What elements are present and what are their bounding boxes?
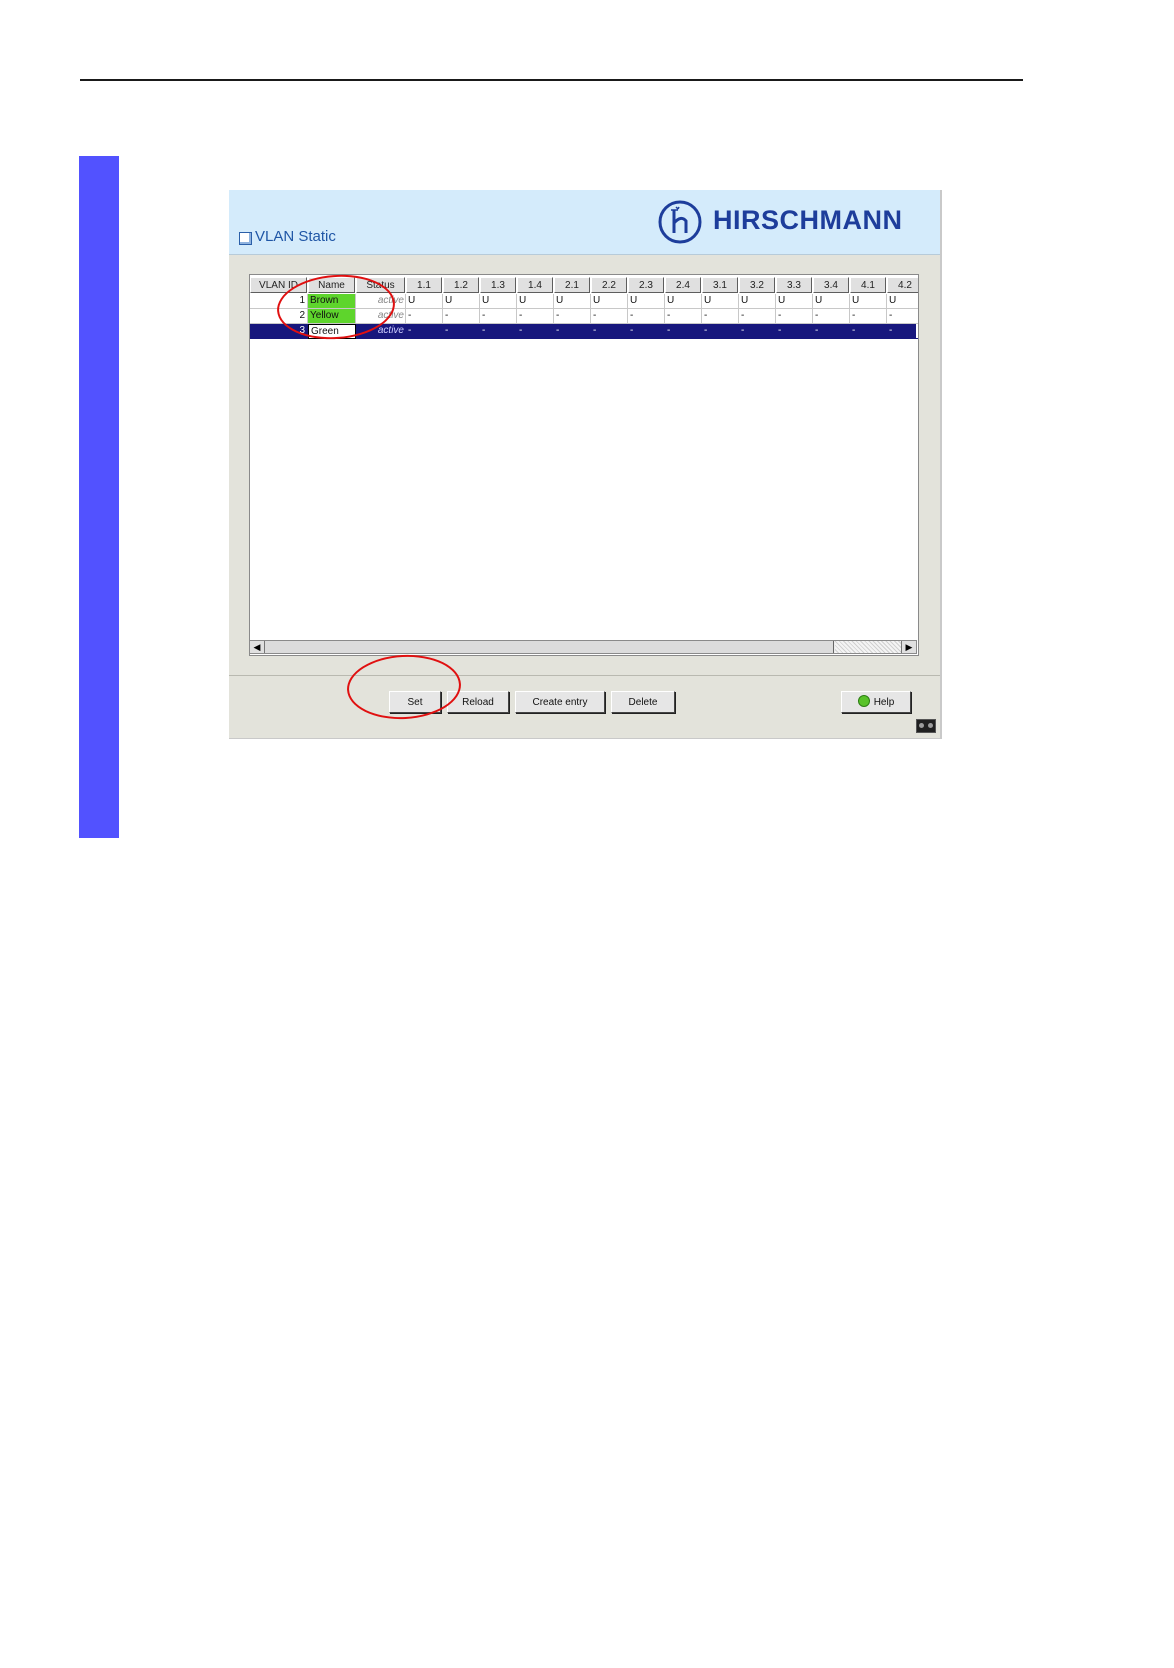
delete-button[interactable]: Delete bbox=[611, 691, 675, 713]
cell-port[interactable]: - bbox=[887, 324, 918, 339]
cell-vlan-id[interactable]: 3 bbox=[250, 324, 308, 339]
cell-port[interactable]: - bbox=[406, 324, 443, 339]
cell-port[interactable]: U bbox=[776, 294, 813, 309]
cell-port[interactable]: - bbox=[850, 324, 887, 339]
create-entry-button[interactable]: Create entry bbox=[515, 691, 605, 713]
column-header[interactable]: 2.2 bbox=[591, 277, 627, 293]
table-row[interactable]: 1 Brown active U U U U U U U U U U U U U U bbox=[250, 294, 918, 309]
cell-name[interactable]: Brown bbox=[308, 294, 356, 309]
page-title: VLAN Static bbox=[255, 228, 336, 245]
column-header[interactable]: 1.2 bbox=[443, 277, 479, 293]
cell-port[interactable]: - bbox=[776, 324, 813, 339]
cell-port[interactable]: - bbox=[628, 324, 665, 339]
column-header[interactable]: 4.2 bbox=[887, 277, 918, 293]
window-header: VLAN Static HIRSCHMANN bbox=[229, 190, 940, 255]
column-header[interactable]: VLAN ID bbox=[250, 277, 307, 293]
cell-port[interactable]: - bbox=[665, 309, 702, 324]
cell-port[interactable]: - bbox=[480, 309, 517, 324]
vlan-table: VLAN ID Name Status 1.1 1.2 1.3 1.4 2.1 2.2 2.3 2.… bbox=[249, 274, 919, 656]
cell-port[interactable]: - bbox=[554, 309, 591, 324]
cell-port[interactable]: - bbox=[443, 309, 480, 324]
set-button[interactable]: Set bbox=[389, 691, 441, 713]
column-header[interactable]: 3.1 bbox=[702, 277, 738, 293]
column-header[interactable]: 2.1 bbox=[554, 277, 590, 293]
cell-port[interactable]: - bbox=[443, 324, 480, 339]
column-header[interactable]: Name bbox=[308, 277, 355, 293]
cell-port[interactable]: U bbox=[591, 294, 628, 309]
cell-port[interactable]: - bbox=[591, 324, 628, 339]
cell-port[interactable]: - bbox=[517, 309, 554, 324]
reload-button[interactable]: Reload bbox=[447, 691, 509, 713]
column-header[interactable]: 1.1 bbox=[406, 277, 442, 293]
cell-name[interactable]: Green bbox=[308, 324, 356, 339]
column-header[interactable]: 4.1 bbox=[850, 277, 886, 293]
cell-name[interactable]: Yellow bbox=[308, 309, 356, 324]
cell-port[interactable]: U bbox=[406, 294, 443, 309]
cell-port[interactable]: U bbox=[813, 294, 850, 309]
table-row[interactable]: 3 Green active - - - - - - - - - - - - - - bbox=[250, 324, 918, 339]
cell-port[interactable]: - bbox=[554, 324, 591, 339]
cell-port[interactable]: - bbox=[665, 324, 702, 339]
column-header[interactable]: 1.3 bbox=[480, 277, 516, 293]
cell-status[interactable]: active bbox=[356, 309, 406, 324]
column-header[interactable]: 2.4 bbox=[665, 277, 701, 293]
cell-port[interactable]: U bbox=[517, 294, 554, 309]
cell-status[interactable]: active bbox=[356, 294, 406, 309]
help-icon bbox=[857, 695, 870, 707]
cell-port[interactable]: U bbox=[850, 294, 887, 309]
column-header[interactable]: 2.3 bbox=[628, 277, 664, 293]
cell-port[interactable]: U bbox=[739, 294, 776, 309]
cell-port[interactable]: - bbox=[776, 309, 813, 324]
scroll-right-arrow-icon[interactable]: ▶ bbox=[901, 641, 916, 653]
cell-port[interactable]: - bbox=[739, 324, 776, 339]
cell-port[interactable]: - bbox=[813, 309, 850, 324]
cell-port[interactable]: U bbox=[443, 294, 480, 309]
cell-port[interactable]: - bbox=[480, 324, 517, 339]
cell-port[interactable]: - bbox=[702, 324, 739, 339]
cell-port[interactable]: U bbox=[887, 294, 918, 309]
column-header[interactable]: 3.2 bbox=[739, 277, 775, 293]
help-label: Help bbox=[873, 697, 895, 708]
scroll-left-arrow-icon[interactable]: ◀ bbox=[250, 641, 265, 653]
cell-port[interactable]: U bbox=[480, 294, 517, 309]
horizontal-scrollbar[interactable]: ◀ ▶ bbox=[249, 640, 917, 654]
cell-status[interactable]: active bbox=[356, 324, 406, 339]
brand-name: HIRSCHMANN bbox=[713, 205, 903, 235]
hirschmann-logo: HIRSCHMANN bbox=[657, 199, 937, 245]
cell-port[interactable]: - bbox=[517, 324, 554, 339]
connection-status-icon bbox=[916, 719, 936, 733]
cell-port[interactable]: U bbox=[554, 294, 591, 309]
cell-port[interactable]: - bbox=[591, 309, 628, 324]
cell-port[interactable]: U bbox=[665, 294, 702, 309]
table-row[interactable]: 2 Yellow active - - - - - - - - - - - - - - bbox=[250, 309, 918, 324]
cell-port[interactable]: U bbox=[628, 294, 665, 309]
cell-port[interactable]: - bbox=[887, 309, 918, 324]
help-button[interactable]: Help bbox=[841, 691, 911, 713]
button-bar: Set Reload Create entry Delete Help bbox=[229, 675, 940, 739]
cell-vlan-id[interactable]: 1 bbox=[250, 294, 308, 309]
page-icon bbox=[239, 232, 252, 245]
column-header[interactable]: 3.3 bbox=[776, 277, 812, 293]
cell-port[interactable]: - bbox=[813, 324, 850, 339]
side-bar bbox=[79, 156, 119, 838]
scroll-track[interactable] bbox=[835, 641, 901, 653]
scroll-thumb[interactable] bbox=[265, 641, 834, 653]
cell-port[interactable]: - bbox=[739, 309, 776, 324]
column-header[interactable]: 3.4 bbox=[813, 277, 849, 293]
cell-port[interactable]: - bbox=[702, 309, 739, 324]
column-header[interactable]: 1.4 bbox=[517, 277, 553, 293]
cell-port[interactable]: U bbox=[702, 294, 739, 309]
vlan-static-window: VLAN Static HIRSCHMANN VLAN ID Name Status… bbox=[229, 190, 942, 739]
hirschmann-h-icon bbox=[658, 200, 702, 244]
column-header[interactable]: Status bbox=[356, 277, 405, 293]
cell-port[interactable]: - bbox=[628, 309, 665, 324]
cell-port[interactable]: - bbox=[850, 309, 887, 324]
cell-vlan-id[interactable]: 2 bbox=[250, 309, 308, 324]
cell-port[interactable]: - bbox=[406, 309, 443, 324]
top-rule bbox=[80, 79, 1023, 81]
